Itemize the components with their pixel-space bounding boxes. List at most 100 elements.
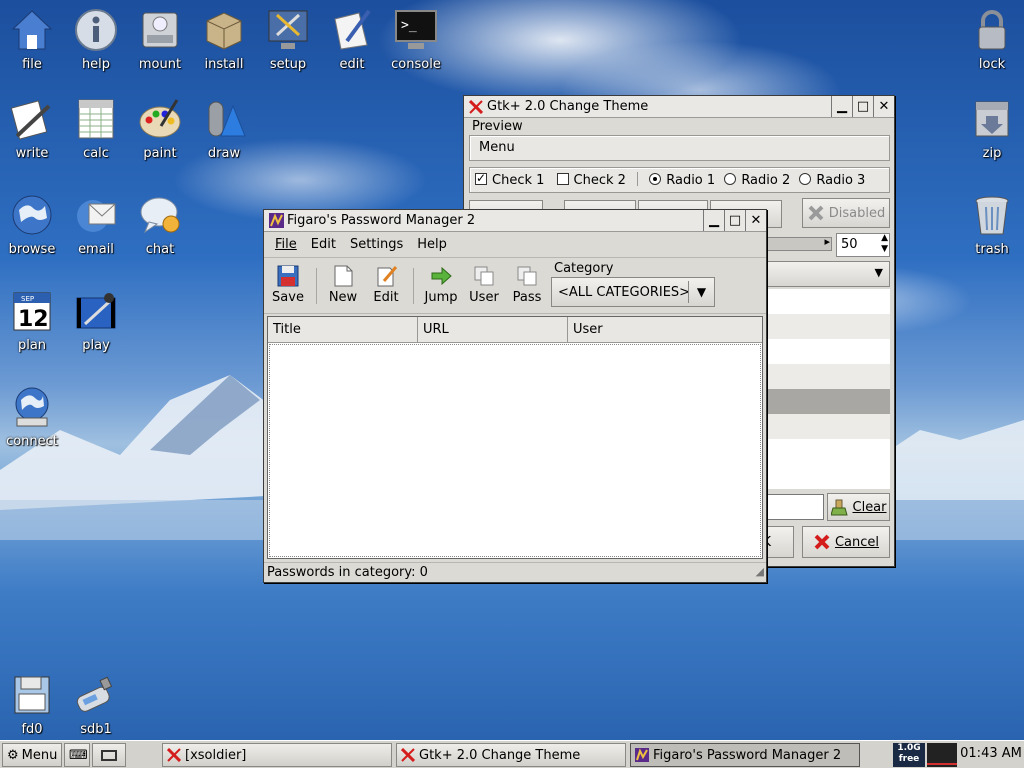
check2[interactable]: Check 2 [556, 173, 626, 188]
palette-icon [136, 95, 184, 143]
desktop-icon-label: play [82, 338, 110, 353]
spin-value: 50 [841, 237, 858, 252]
desktop-icon-lock[interactable]: lock [960, 6, 1024, 82]
desktop-icon-connect[interactable]: connect [0, 383, 64, 459]
floppy-save-icon [276, 264, 300, 288]
user-label: User [469, 290, 499, 305]
cancel-button[interactable]: Cancel [802, 526, 890, 558]
radio2-label: Radio 2 [741, 173, 791, 188]
clock[interactable]: 01:43 AM [959, 746, 1023, 761]
desktop-icon-edit[interactable]: edit [320, 6, 384, 82]
figaro-window-titlebar[interactable]: Figaro's Password Manager 2 ▁ □ ✕ [264, 210, 766, 232]
chat-icon [136, 191, 184, 239]
usb-drive-icon [72, 671, 120, 719]
maximize-button[interactable]: □ [852, 96, 873, 117]
minimize-button[interactable]: ▁ [831, 96, 852, 117]
check1-box [475, 171, 487, 185]
toolbar-separator [413, 268, 414, 304]
table-body[interactable] [269, 344, 761, 557]
close-button[interactable]: ✕ [873, 96, 894, 117]
column-header-user[interactable]: User [568, 317, 762, 343]
desktop-icon-trash[interactable]: trash [960, 191, 1024, 267]
clear-button[interactable]: Clear [827, 493, 890, 521]
desktop-icon-paint[interactable]: paint [128, 95, 192, 171]
preview-list[interactable] [764, 289, 890, 489]
desktop-icon-browse[interactable]: browse [0, 191, 64, 267]
menu-settings[interactable]: Settings [343, 237, 410, 252]
check2-label: Check 2 [573, 173, 626, 188]
start-menu-button[interactable]: ⚙ Menu [2, 743, 62, 767]
preview-slider[interactable]: ▸ [764, 235, 832, 251]
desktop-icon-write[interactable]: write [0, 95, 64, 171]
new-button[interactable]: New [321, 264, 365, 310]
x-app-icon [468, 99, 484, 115]
task-figaro[interactable]: Figaro's Password Manager 2 [630, 743, 860, 767]
disk-free-label: free [898, 754, 920, 764]
desktop-icon-plan[interactable]: SEP 12 plan [0, 287, 64, 363]
spin-down-icon[interactable]: ▼ [881, 244, 888, 254]
save-button[interactable]: Save [266, 264, 310, 310]
menu-edit[interactable]: Edit [304, 237, 343, 252]
task-xsoldier[interactable]: [xsoldier] [162, 743, 392, 767]
menu-logo-icon: ⚙ [7, 747, 19, 763]
show-desktop-button[interactable] [92, 743, 126, 767]
email-icon [72, 191, 120, 239]
quicklaunch-1[interactable]: ⌨ [64, 743, 90, 767]
desktop-icon-fd0[interactable]: fd0 [0, 671, 64, 747]
menu-help[interactable]: Help [410, 237, 454, 252]
radio3[interactable]: Radio 3 [799, 173, 865, 188]
desktop-icon-label: edit [339, 57, 365, 72]
desktop-icon-file[interactable]: file [0, 6, 64, 82]
desktop-icon-setup[interactable]: setup [256, 6, 320, 82]
cpu-monitor [927, 743, 957, 767]
preview-entry[interactable] [764, 494, 824, 520]
new-label: New [328, 290, 358, 305]
slider-arrow-icon: ▸ [824, 235, 830, 248]
maximize-button[interactable]: □ [724, 210, 745, 231]
preview-menu-bar[interactable]: Menu [469, 135, 890, 161]
desktop-icon-console[interactable]: >_ console [384, 6, 448, 82]
desktop-icon-chat[interactable]: chat [128, 191, 192, 267]
desktop-icon-mount[interactable]: mount [128, 6, 192, 82]
task-gtk-theme[interactable]: Gtk+ 2.0 Change Theme [396, 743, 626, 767]
pass-button[interactable]: Pass [505, 264, 549, 310]
figaro-window[interactable]: Figaro's Password Manager 2 ▁ □ ✕ File E… [263, 209, 767, 583]
edit-button[interactable]: Edit [364, 264, 408, 310]
close-button[interactable]: ✕ [745, 210, 766, 231]
minimize-icon: ▁ [837, 99, 847, 114]
spin-button[interactable]: 50 ▲ ▼ [836, 233, 890, 257]
list-row-selected [764, 389, 890, 414]
spin-up-icon[interactable]: ▲ [881, 233, 888, 243]
column-header-title[interactable]: Title [268, 317, 418, 343]
status-text: Passwords in category: 0 [267, 565, 428, 580]
desktop-icon-email[interactable]: email [64, 191, 128, 267]
toolbar-separator [316, 268, 317, 304]
password-table[interactable]: Title URL User [267, 316, 763, 559]
desktop-icon-play[interactable]: play [64, 287, 128, 363]
theme-window-titlebar[interactable]: Gtk+ 2.0 Change Theme ▁ □ ✕ [464, 96, 894, 118]
write-icon [8, 95, 56, 143]
desktop-icon-label: mount [138, 57, 182, 72]
jump-button[interactable]: Jump [419, 264, 463, 310]
user-button[interactable]: User [462, 264, 506, 310]
category-combo[interactable]: <ALL CATEGORIES> ▼ [551, 277, 715, 307]
check1[interactable]: Check 1 [475, 171, 545, 188]
desktop-icon-sdb1[interactable]: sdb1 [64, 671, 128, 747]
desktop-icon-install[interactable]: install [192, 6, 256, 82]
edit-document-icon [374, 264, 398, 288]
desktop-icon-calc[interactable]: calc [64, 95, 128, 171]
desktop-icon-zip[interactable]: zip [960, 95, 1024, 171]
desktop-icon-label: setup [269, 57, 307, 72]
preview-combo[interactable]: ▼ [764, 261, 890, 287]
resize-grip-icon[interactable]: ◢ [756, 562, 764, 582]
close-icon: ✕ [750, 213, 762, 228]
column-header-url[interactable]: URL [418, 317, 568, 343]
minimize-button[interactable]: ▁ [703, 210, 724, 231]
radio1[interactable]: Radio 1 [649, 173, 715, 188]
menu-file[interactable]: File [268, 237, 304, 252]
check1-label: Check 1 [492, 173, 545, 188]
desktop-icon-label: console [391, 57, 441, 72]
desktop-icon-help[interactable]: help [64, 6, 128, 82]
radio2[interactable]: Radio 2 [724, 173, 790, 188]
desktop-icon-draw[interactable]: draw [192, 95, 256, 171]
